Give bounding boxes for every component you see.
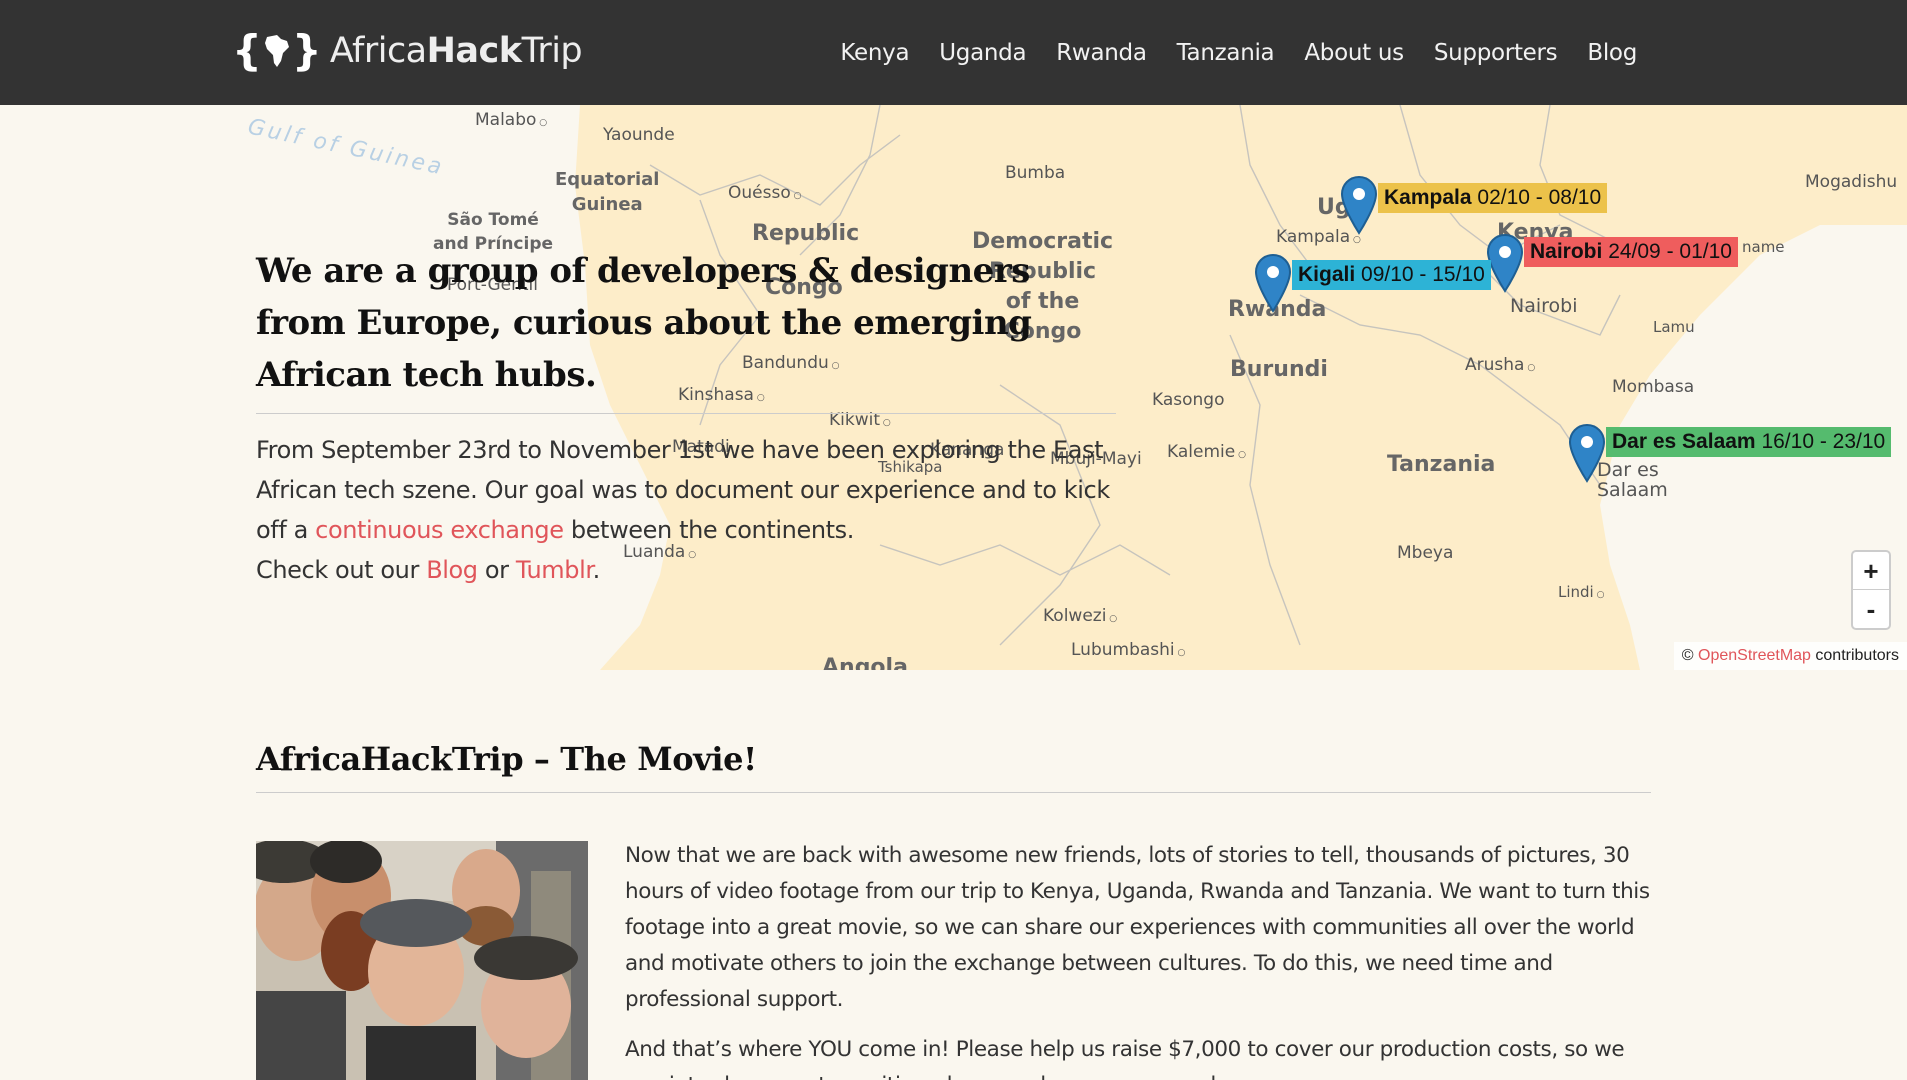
map-label-lubumbashi: Lubumbashi [1071, 640, 1185, 660]
nav-about-us[interactable]: About us [1304, 40, 1404, 66]
zoom-out-button[interactable]: - [1853, 590, 1889, 628]
logo-text-bold: Hack [426, 31, 522, 71]
map-pin-icon-nairobi[interactable] [1486, 233, 1524, 293]
nav-supporters[interactable]: Supporters [1434, 40, 1558, 66]
hero-title: We are a group of developers & designers… [256, 245, 1116, 414]
movie-description: Now that we are back with awesome new fr… [625, 838, 1655, 1080]
logo-text-prefix: Africa [329, 31, 427, 71]
map-label-kalemie: Kalemie [1167, 442, 1246, 462]
map-label-malabo: Malabo [475, 110, 547, 130]
map-label-kasongo: Kasongo [1152, 390, 1225, 410]
nav-rwanda[interactable]: Rwanda [1056, 40, 1147, 66]
map-attribution: © OpenStreetMap contributors [1673, 642, 1907, 670]
map-label-dar-es-salaam: Dar es Salaam [1597, 459, 1668, 501]
nav-blog[interactable]: Blog [1587, 40, 1637, 66]
team-photo [256, 841, 588, 1080]
pin-label-nairobi: Nairobi 24/09 - 01/10 [1524, 237, 1738, 267]
map-pin-icon-kigali[interactable] [1254, 253, 1292, 313]
tumblr-link[interactable]: Tumblr [516, 556, 593, 584]
map-label-mbeya: Mbeya [1397, 543, 1454, 563]
map-label-angola: Angola [822, 655, 908, 670]
map-label-name: name [1742, 238, 1785, 256]
map-label-mogadishu: Mogadishu [1805, 172, 1898, 192]
map-label-mombasa: Mombasa [1612, 377, 1695, 397]
site-header: {} AfricaHackTrip Kenya Uganda Rwanda Ta… [0, 0, 1907, 105]
openstreetmap-link[interactable]: OpenStreetMap [1698, 647, 1811, 664]
site-logo[interactable]: {} AfricaHackTrip [232, 22, 583, 80]
map-label-lamu: Lamu [1653, 318, 1695, 336]
map-label-arusha: Arusha [1465, 355, 1535, 375]
zoom-in-button[interactable]: + [1853, 552, 1889, 590]
hero-map-section: Gulf of Guinea Malabo Yaounde Equatorial… [0, 105, 1907, 670]
map-pin-icon-dar-es-salaam[interactable] [1568, 423, 1606, 483]
africa-logo-icon: {} [232, 26, 322, 75]
pin-label-dar-es-salaam: Dar es Salaam 16/10 - 23/10 [1606, 427, 1892, 457]
movie-paragraph-2: And that’s where YOU come in! Please hel… [625, 1037, 1625, 1080]
hero-intro: We are a group of developers & designers… [256, 245, 1116, 590]
map-label-lindi: Lindi [1558, 583, 1604, 601]
movie-paragraph-1: Now that we are back with awesome new fr… [625, 843, 1650, 1012]
logo-text-suffix: Trip [521, 31, 583, 71]
map-label-tanzania: Tanzania [1387, 452, 1496, 477]
nav-tanzania[interactable]: Tanzania [1177, 40, 1275, 66]
main-nav: Kenya Uganda Rwanda Tanzania About us Su… [840, 0, 1637, 105]
map-label-yaounde: Yaounde [603, 125, 675, 145]
nav-kenya[interactable]: Kenya [840, 40, 909, 66]
nav-uganda[interactable]: Uganda [939, 40, 1026, 66]
pin-label-kampala: Kampala 02/10 - 08/10 [1378, 183, 1608, 213]
map-label-kolwezi: Kolwezi [1043, 606, 1117, 626]
pin-label-kigali: Kigali 09/10 - 15/10 [1292, 260, 1491, 290]
map-pin-icon-kampala[interactable] [1340, 175, 1378, 235]
map-label-equatorial-guinea: Equatorial Guinea [555, 169, 660, 215]
hero-body: From September 23rd to November 1st we h… [256, 436, 1110, 584]
blog-link[interactable]: Blog [426, 556, 478, 584]
map-label-nairobi: Nairobi [1510, 295, 1578, 317]
movie-section-title: AfricaHackTrip – The Movie! [256, 740, 1651, 793]
map-label-ouesso: Ouésso [728, 183, 801, 203]
continuous-exchange-link[interactable]: continuous exchange [315, 516, 564, 544]
map-zoom-control: + - [1851, 550, 1891, 630]
map-label-bumba: Bumba [1005, 163, 1066, 183]
map-label-burundi: Burundi [1230, 357, 1328, 382]
